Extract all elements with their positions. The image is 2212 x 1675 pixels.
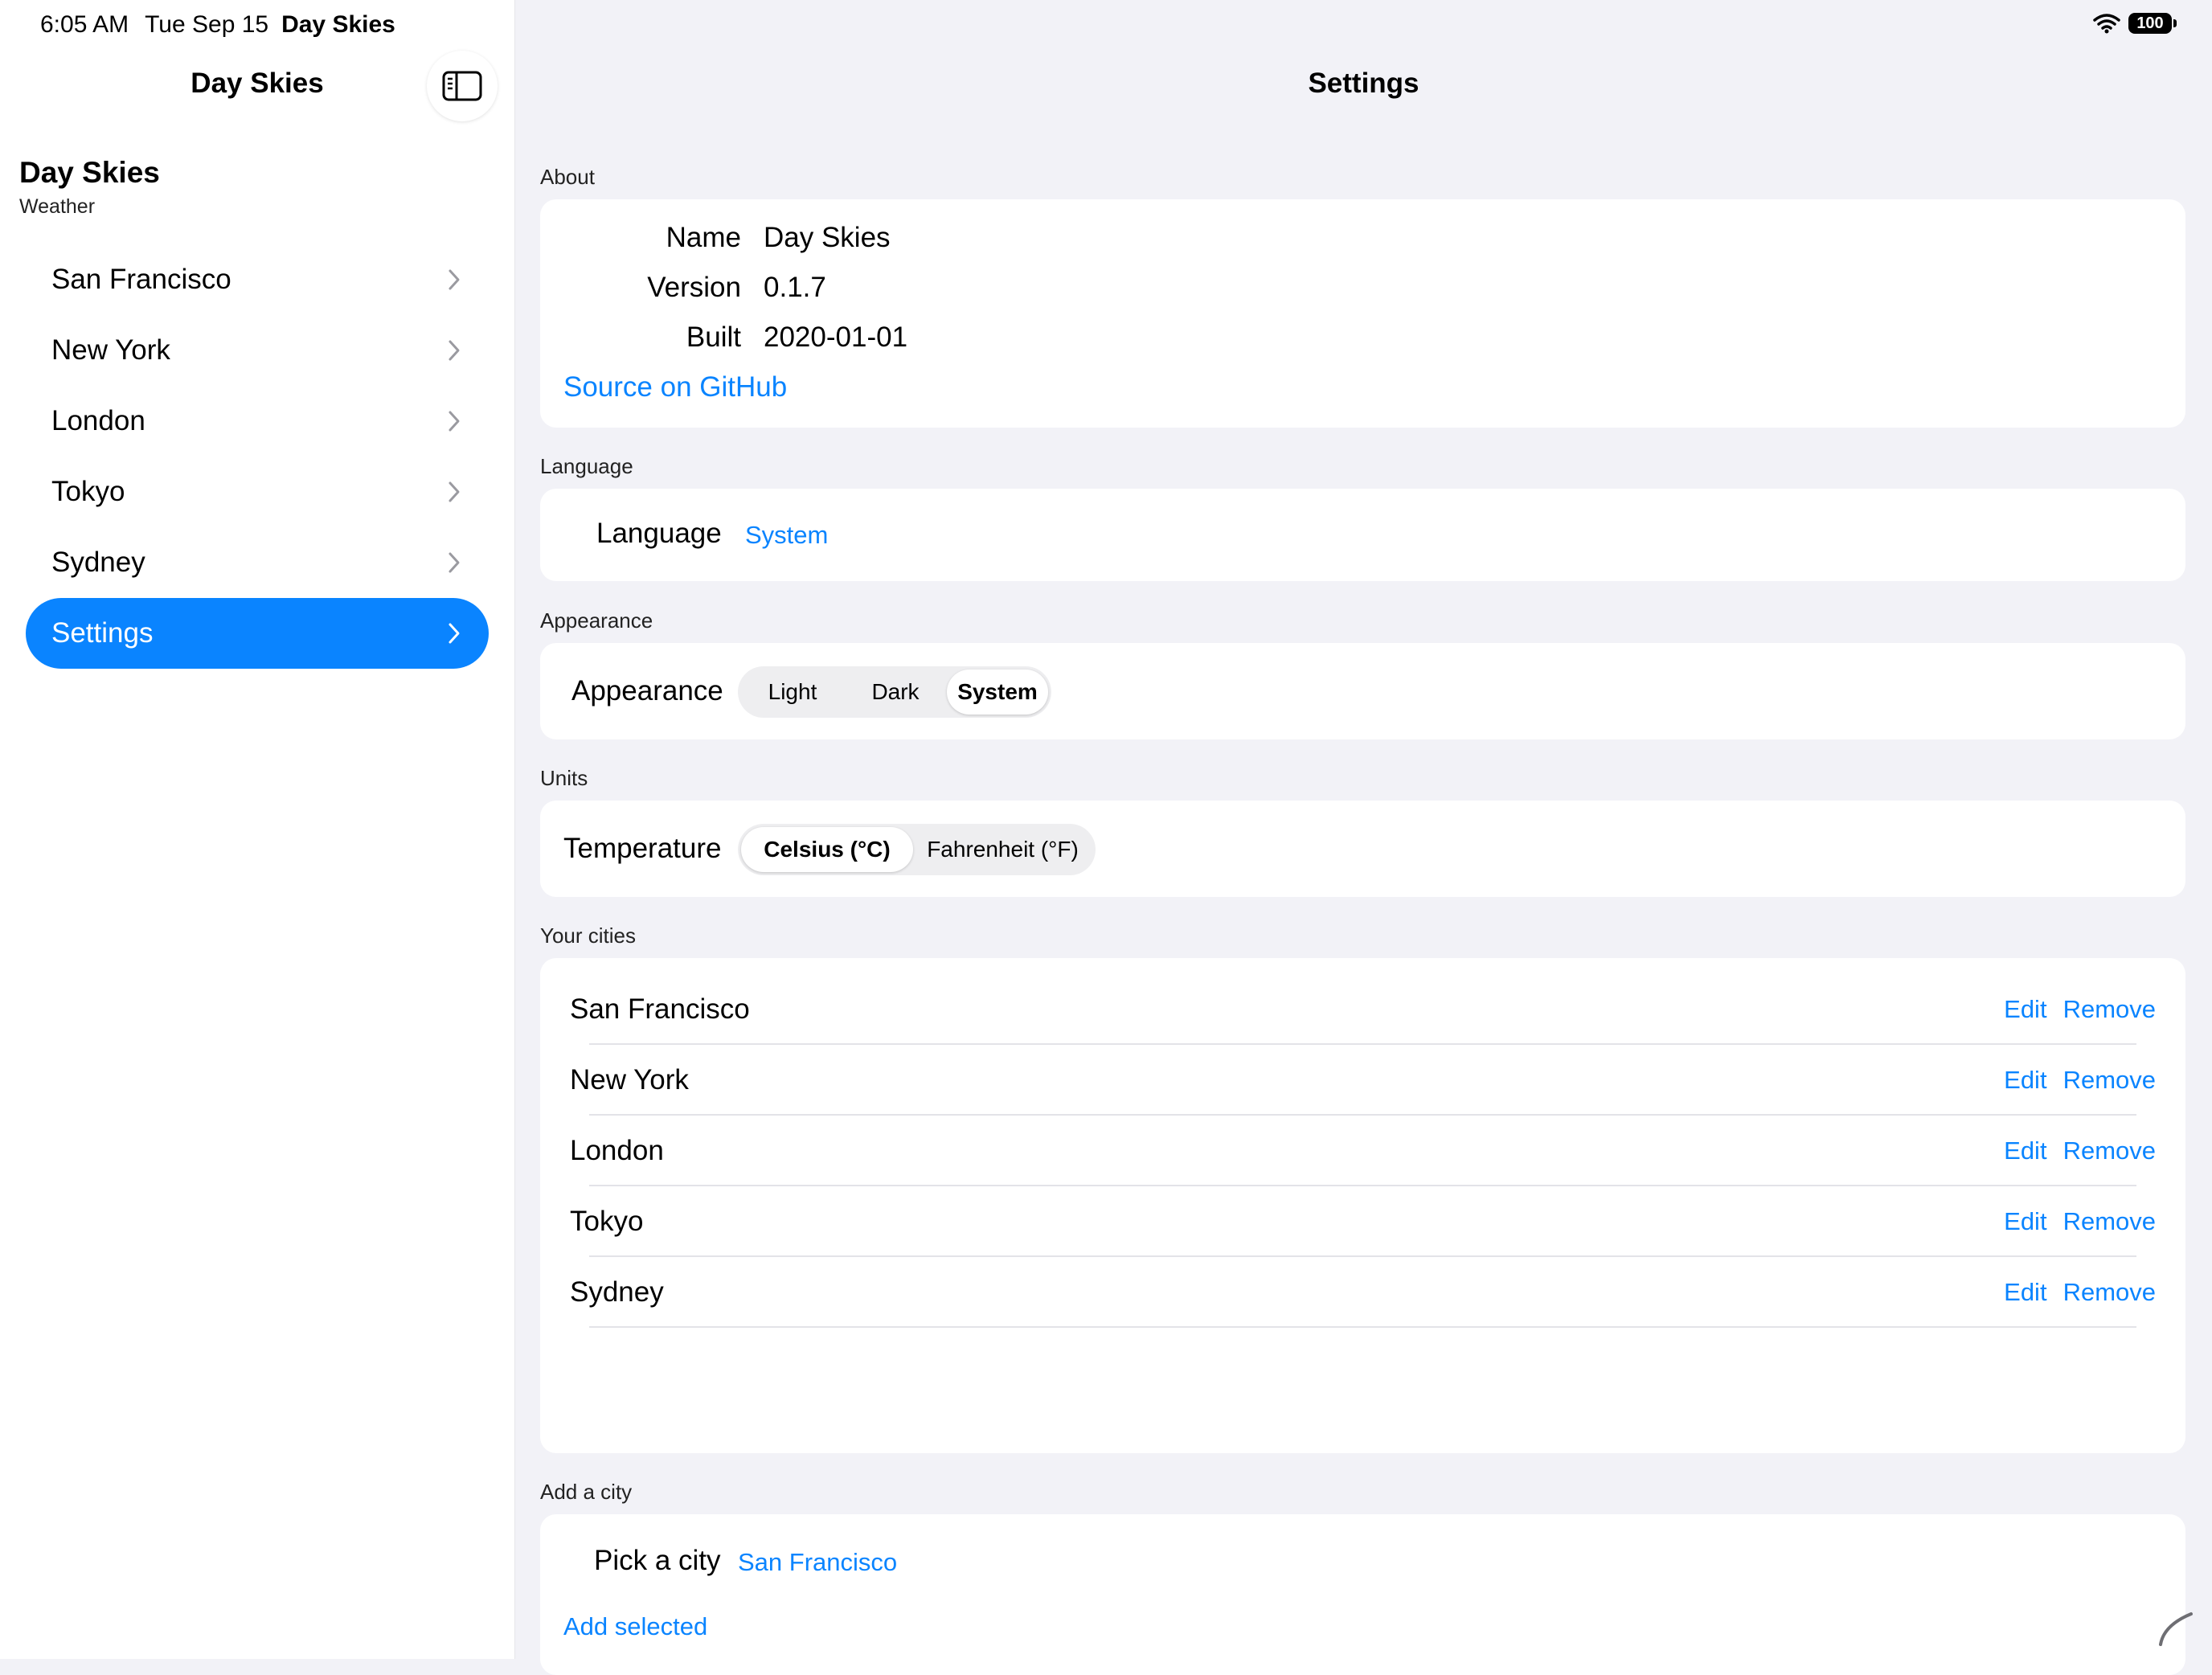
remove-city-button[interactable]: Remove: [2063, 1136, 2156, 1165]
list-item: Sydney Edit Remove: [540, 1257, 2185, 1328]
source-on-github-link[interactable]: Source on GitHub: [563, 371, 787, 403]
sidebar-item-label: San Francisco: [51, 264, 231, 295]
chevron-right-icon: [449, 269, 460, 290]
settings-pane: 100 Settings About Name Day Skies Versio…: [515, 0, 2212, 1675]
city-name: Sydney: [570, 1276, 664, 1308]
city-actions: Edit Remove: [2004, 1066, 2156, 1095]
section-header-appearance: Appearance: [540, 608, 653, 633]
language-picker[interactable]: System: [745, 521, 828, 550]
remove-city-button[interactable]: Remove: [2063, 1066, 2156, 1095]
edit-city-button[interactable]: Edit: [2004, 1066, 2046, 1095]
about-version-value: 0.1.7: [764, 272, 826, 303]
resize-handle-icon[interactable]: [2156, 1609, 2194, 1648]
language-label: Language: [596, 518, 722, 549]
list-item: Tokyo Edit Remove: [540, 1186, 2185, 1257]
city-name: London: [570, 1135, 664, 1166]
section-header-add-a-city: Add a city: [540, 1480, 633, 1504]
units-card: Temperature Celsius (°C) Fahrenheit (°F): [540, 801, 2185, 897]
sidebar-item-label: New York: [51, 334, 170, 366]
appearance-card: Appearance Light Dark System: [540, 643, 2185, 739]
about-built-value: 2020-01-01: [764, 321, 908, 353]
remove-city-button[interactable]: Remove: [2063, 1207, 2156, 1236]
section-header-your-cities: Your cities: [540, 924, 636, 948]
list-item: San Francisco Edit Remove: [540, 974, 2185, 1045]
temperature-label: Temperature: [563, 833, 722, 864]
edit-city-button[interactable]: Edit: [2004, 1136, 2046, 1165]
battery-icon: 100: [2128, 13, 2177, 34]
sidebar-item-label: Tokyo: [51, 476, 125, 507]
status-bar-left: 6:05 AM Tue Sep 15 Day Skies: [40, 11, 395, 39]
city-actions: Edit Remove: [2004, 1136, 2156, 1165]
app-subtitle: Weather: [19, 195, 96, 218]
chevron-right-icon: [449, 552, 460, 573]
appearance-segmented-control: Light Dark System: [738, 666, 1051, 718]
status-time: 6:05 AM: [40, 11, 129, 38]
about-name-value: Day Skies: [764, 222, 891, 253]
edit-city-button[interactable]: Edit: [2004, 1207, 2046, 1236]
temperature-option-fahrenheit[interactable]: Fahrenheit (°F): [913, 827, 1092, 872]
sidebar-item-san-francisco[interactable]: San Francisco: [26, 244, 489, 315]
app-name: Day Skies: [19, 156, 160, 189]
divider: [589, 1326, 2136, 1328]
appearance-label: Appearance: [571, 675, 723, 706]
city-name: New York: [570, 1064, 689, 1096]
city-picker[interactable]: San Francisco: [738, 1548, 897, 1577]
about-name-key: Name: [666, 222, 741, 253]
remove-city-button[interactable]: Remove: [2063, 1278, 2156, 1307]
status-app: Day Skies: [281, 11, 395, 38]
sidebar-nav: San Francisco New York London Tokyo Sydn…: [26, 244, 489, 669]
section-header-language: Language: [540, 454, 633, 478]
sidebar-item-label: London: [51, 405, 145, 436]
sidebar-item-label: Settings: [51, 617, 154, 649]
appearance-option-system[interactable]: System: [947, 670, 1048, 715]
list-item: New York Edit Remove: [540, 1045, 2185, 1116]
sidebar-item-label: Sydney: [51, 547, 145, 578]
about-built-key: Built: [686, 321, 741, 353]
sidebar: 6:05 AM Tue Sep 15 Day Skies Day Skies Day…: [0, 0, 515, 1659]
temperature-option-celsius[interactable]: Celsius (°C): [741, 827, 913, 872]
edit-city-button[interactable]: Edit: [2004, 1278, 2046, 1307]
remove-city-button[interactable]: Remove: [2063, 995, 2156, 1024]
section-header-about: About: [540, 165, 595, 189]
about-card: Name Day Skies Version 0.1.7 Built 2020-…: [540, 199, 2185, 428]
sidebar-toggle-icon: [442, 71, 482, 101]
temperature-segmented-control: Celsius (°C) Fahrenheit (°F): [738, 824, 1096, 875]
language-card: Language System: [540, 489, 2185, 581]
city-actions: Edit Remove: [2004, 995, 2156, 1024]
add-city-card: Pick a city San Francisco Add selected: [540, 1514, 2185, 1675]
status-date: Tue Sep 15: [145, 11, 269, 38]
chevron-right-icon: [449, 411, 460, 432]
pick-a-city-label: Pick a city: [594, 1545, 721, 1576]
sidebar-item-london[interactable]: London: [26, 386, 489, 457]
edit-city-button[interactable]: Edit: [2004, 995, 2046, 1024]
appearance-option-light[interactable]: Light: [741, 670, 844, 715]
sidebar-item-new-york[interactable]: New York: [26, 315, 489, 386]
city-name: Tokyo: [570, 1206, 644, 1237]
appearance-option-dark[interactable]: Dark: [844, 670, 947, 715]
wifi-icon: [2093, 14, 2120, 34]
city-name: San Francisco: [570, 993, 750, 1025]
sidebar-item-sydney[interactable]: Sydney: [26, 527, 489, 598]
status-bar-right: 100: [2093, 13, 2177, 34]
page-title: Settings: [1308, 68, 1419, 99]
chevron-right-icon: [449, 340, 460, 361]
about-version-key: Version: [647, 272, 741, 303]
cities-card: San Francisco Edit Remove New York Edit …: [540, 958, 2185, 1453]
city-actions: Edit Remove: [2004, 1207, 2156, 1236]
chevron-right-icon: [449, 481, 460, 502]
sidebar-toggle-button[interactable]: [427, 51, 498, 121]
city-actions: Edit Remove: [2004, 1278, 2156, 1307]
sidebar-item-tokyo[interactable]: Tokyo: [26, 457, 489, 527]
list-item: London Edit Remove: [540, 1116, 2185, 1186]
section-header-units: Units: [540, 766, 588, 790]
chevron-right-icon: [449, 623, 460, 644]
sidebar-item-settings[interactable]: Settings: [26, 598, 489, 669]
add-selected-button[interactable]: Add selected: [563, 1612, 707, 1641]
